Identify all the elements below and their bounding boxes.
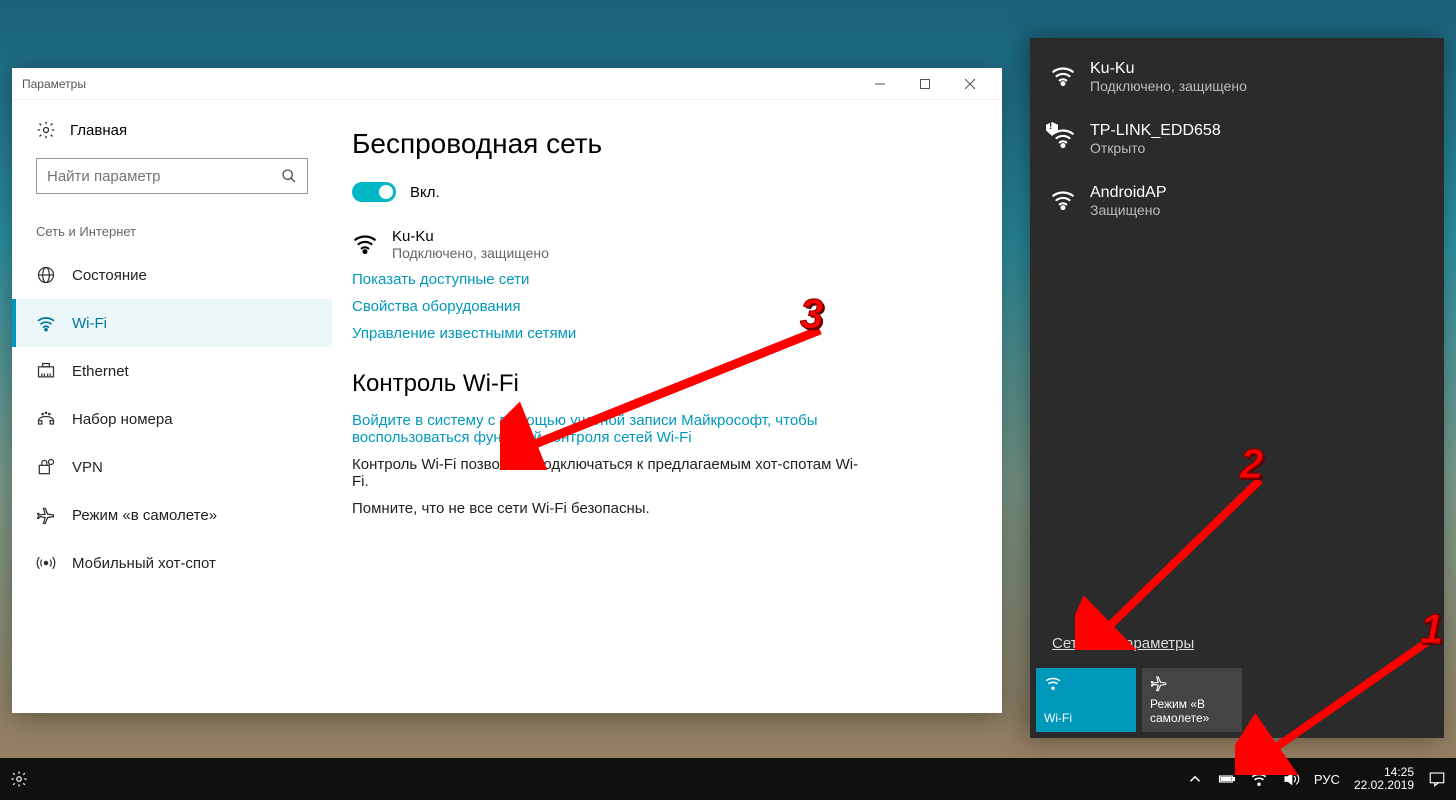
annotation-number-1: 1 xyxy=(1420,605,1443,653)
wifi-icon xyxy=(352,230,378,256)
sidebar-item-label: Wi-Fi xyxy=(72,315,107,332)
sidebar-item-airplane[interactable]: Режим «в самолете» xyxy=(12,491,332,539)
tray-chevron-icon[interactable] xyxy=(1186,770,1204,788)
titlebar: Параметры xyxy=(12,68,1002,100)
wifi-tray-icon[interactable] xyxy=(1250,770,1268,788)
wifi-sense-desc-1: Контроль Wi-Fi позволяет подключаться к … xyxy=(352,456,872,490)
wifi-toggle[interactable] xyxy=(352,182,396,202)
network-settings-link[interactable]: Сетевые параметры xyxy=(1030,635,1444,664)
close-button[interactable] xyxy=(947,68,992,100)
airplane-icon xyxy=(36,505,56,525)
network-status: Подключено, защищено xyxy=(1090,78,1247,94)
link-show-available[interactable]: Показать доступные сети xyxy=(352,271,972,288)
vpn-icon xyxy=(36,457,56,477)
link-manage-known-networks[interactable]: Управление известными сетями xyxy=(352,325,972,342)
action-center-icon[interactable] xyxy=(1428,770,1446,788)
window-title: Параметры xyxy=(22,77,857,91)
globe-icon xyxy=(36,265,56,285)
network-name: TP-LINK_EDD658 xyxy=(1090,122,1221,140)
network-item[interactable]: TP-LINK_EDD658 Открыто xyxy=(1030,108,1444,170)
settings-content: Беспроводная сеть Вкл. Ku-Ku Подключено,… xyxy=(332,100,1002,713)
hotspot-icon xyxy=(36,553,56,573)
sidebar-item-wifi[interactable]: Wi-Fi xyxy=(12,299,332,347)
sidebar-item-label: Режим «в самолете» xyxy=(72,507,217,524)
wifi-secure-icon xyxy=(1050,62,1076,88)
wifi-secure-icon xyxy=(1050,186,1076,212)
link-signin-ms[interactable]: Войдите в систему с помощью учетной запи… xyxy=(352,412,872,446)
sidebar-item-label: Ethernet xyxy=(72,363,129,380)
sidebar-item-dialup[interactable]: Набор номера xyxy=(12,395,332,443)
page-title: Беспроводная сеть xyxy=(352,128,972,160)
network-name: Ku-Ku xyxy=(1090,60,1247,78)
annotation-number-3: 3 xyxy=(800,290,823,338)
sidebar-item-vpn[interactable]: VPN xyxy=(12,443,332,491)
search-input[interactable] xyxy=(47,168,281,185)
sidebar-item-label: Мобильный хот-спот xyxy=(72,555,216,572)
sidebar-item-ethernet[interactable]: Ethernet xyxy=(12,347,332,395)
wifi-open-icon xyxy=(1050,124,1076,150)
search-input-wrap[interactable] xyxy=(36,158,308,194)
tile-label: Wi-Fi xyxy=(1044,712,1128,726)
wifi-toggle-label: Вкл. xyxy=(410,184,440,201)
ethernet-icon xyxy=(36,361,56,381)
network-list: Ku-Ku Подключено, защищено TP-LINK_EDD65… xyxy=(1030,38,1444,635)
network-status: Открыто xyxy=(1090,140,1221,156)
network-name: AndroidAP xyxy=(1090,184,1167,202)
tile-wifi[interactable]: Wi-Fi xyxy=(1036,668,1136,732)
search-icon xyxy=(281,168,297,184)
tile-label: Режим «В самолете» xyxy=(1150,698,1234,726)
settings-window: Параметры Главная xyxy=(12,68,1002,713)
network-status: Защищено xyxy=(1090,202,1167,218)
minimize-button[interactable] xyxy=(857,68,902,100)
wifi-icon xyxy=(36,313,56,333)
sidebar-item-label: Набор номера xyxy=(72,411,173,428)
maximize-button[interactable] xyxy=(902,68,947,100)
sidebar-item-label: VPN xyxy=(72,459,103,476)
tile-airplane[interactable]: Режим «В самолете» xyxy=(1142,668,1242,732)
clock-date: 22.02.2019 xyxy=(1354,779,1414,792)
system-tray: РУС 14:25 22.02.2019 xyxy=(1186,766,1456,792)
network-flyout: Ku-Ku Подключено, защищено TP-LINK_EDD65… xyxy=(1030,38,1444,738)
wifi-sense-desc-2: Помните, что не все сети Wi-Fi безопасны… xyxy=(352,500,872,517)
home-label: Главная xyxy=(70,122,127,139)
taskbar: РУС 14:25 22.02.2019 xyxy=(0,758,1456,800)
quick-action-tiles: Wi-Fi Режим «В самолете» xyxy=(1030,664,1444,738)
gear-icon xyxy=(36,120,56,140)
wifi-icon xyxy=(1044,674,1062,692)
annotation-number-2: 2 xyxy=(1240,440,1263,488)
settings-sidebar: Главная Сеть и Интернет Состояние Wi-Fi xyxy=(12,100,332,713)
dialup-icon xyxy=(36,409,56,429)
volume-icon[interactable] xyxy=(1282,770,1300,788)
network-item[interactable]: AndroidAP Защищено xyxy=(1030,170,1444,232)
current-network-status: Подключено, защищено xyxy=(392,245,549,261)
battery-icon[interactable] xyxy=(1218,770,1236,788)
sidebar-item-status[interactable]: Состояние xyxy=(12,251,332,299)
home-button[interactable]: Главная xyxy=(12,120,332,158)
clock[interactable]: 14:25 22.02.2019 xyxy=(1354,766,1414,792)
airplane-icon xyxy=(1150,674,1168,692)
gear-icon[interactable] xyxy=(10,770,28,788)
sidebar-item-hotspot[interactable]: Мобильный хот-спот xyxy=(12,539,332,587)
category-label: Сеть и Интернет xyxy=(12,214,332,251)
current-network-name: Ku-Ku xyxy=(392,228,549,245)
sidebar-item-label: Состояние xyxy=(72,267,147,284)
language-indicator[interactable]: РУС xyxy=(1314,772,1340,787)
current-network[interactable]: Ku-Ku Подключено, защищено xyxy=(352,228,972,261)
link-hardware-properties[interactable]: Свойства оборудования xyxy=(352,298,972,315)
network-item[interactable]: Ku-Ku Подключено, защищено xyxy=(1030,46,1444,108)
section-title-wifi-sense: Контроль Wi-Fi xyxy=(352,370,972,398)
